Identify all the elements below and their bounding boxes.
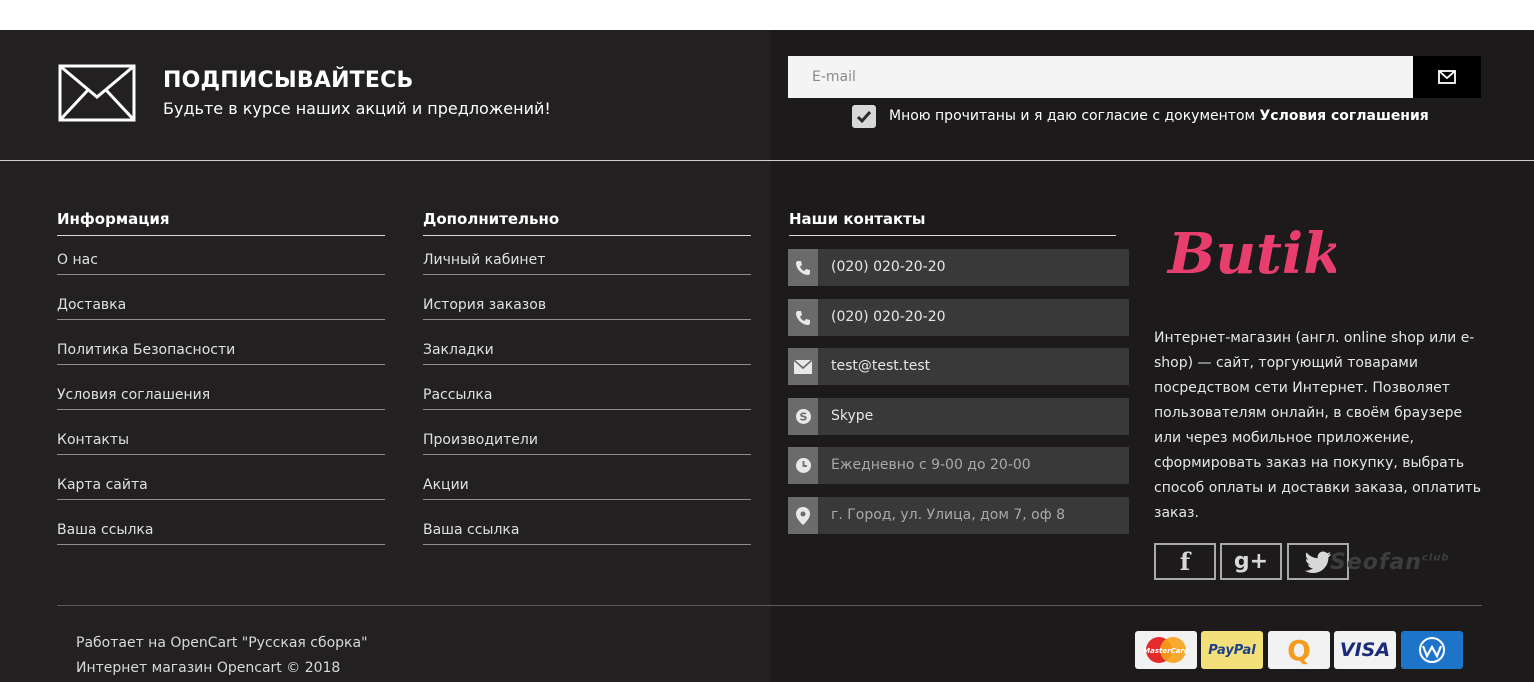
paypal-badge: PayPal: [1201, 631, 1263, 669]
webmoney-icon: [1419, 637, 1445, 663]
logo-text: Butik: [1166, 221, 1336, 285]
agree-label: Мною прочитаны и я даю согласие с докуме…: [889, 108, 1429, 124]
contact-skype-row[interactable]: S Skype: [788, 398, 1129, 435]
copyright: Интернет магазин Opencart © 2018: [76, 660, 341, 676]
email-input[interactable]: [788, 56, 1413, 98]
mastercard-badge: MasterCard: [1135, 631, 1197, 669]
link-divider: [423, 364, 751, 365]
contacts-title-underline: [789, 235, 1116, 236]
qiwi-icon: Q: [1287, 633, 1311, 667]
mail-icon: [794, 359, 812, 374]
powered-by: Работает на OpenCart "Русская сборка": [76, 635, 368, 651]
link-divider: [57, 454, 385, 455]
link-divider: [57, 274, 385, 275]
link-divider: [57, 409, 385, 410]
link-divider: [423, 544, 751, 545]
info-link[interactable]: Ваша ссылка: [57, 522, 153, 538]
link-divider: [423, 499, 751, 500]
subscribe-divider: [0, 160, 1534, 161]
clock-icon: [795, 458, 811, 473]
shop-description: Интернет-магазин (англ. online shop или …: [1154, 330, 1482, 521]
google-plus-icon: g+: [1233, 549, 1269, 574]
subscribe-subtitle: Будьте в курсе наших акций и предложений…: [163, 99, 551, 118]
info-column-title: Информация: [57, 210, 170, 228]
contact-text: Skype: [831, 408, 874, 424]
opencart-link[interactable]: OpenCart "Русская сборка": [170, 635, 367, 651]
butik-logo[interactable]: Butik: [1166, 215, 1336, 285]
contact-email-row[interactable]: test@test.test: [788, 348, 1129, 385]
link-divider: [423, 454, 751, 455]
agree-text: Мною прочитаны и я даю согласие с докуме…: [889, 108, 1260, 124]
map-pin-icon: [796, 506, 810, 525]
agree-terms-link[interactable]: Условия соглашения: [1260, 108, 1429, 124]
webmoney-badge: [1401, 631, 1463, 669]
google-plus-button[interactable]: g+: [1220, 543, 1282, 580]
facebook-button[interactable]: f: [1154, 543, 1216, 580]
extra-title-underline: [423, 235, 751, 236]
info-link[interactable]: Доставка: [57, 297, 126, 313]
info-link[interactable]: О нас: [57, 252, 98, 268]
contact-text: (020) 020-20-20: [831, 259, 946, 275]
seofan-watermark: Seofanclub: [1330, 550, 1450, 575]
extra-link[interactable]: История заказов: [423, 297, 546, 313]
extra-link[interactable]: Производители: [423, 432, 538, 448]
svg-text:S: S: [799, 411, 807, 424]
link-divider: [423, 319, 751, 320]
contact-text: (020) 020-20-20: [831, 309, 946, 325]
site-footer: ПОДПИСЫВАЙТЕСЬ Будьте в курсе наших акци…: [0, 30, 1534, 682]
contacts-title: Наши контакты: [789, 210, 926, 228]
mastercard-icon: MasterCard: [1143, 637, 1190, 663]
bottom-divider: [57, 605, 1482, 606]
page-top-strip: [0, 0, 1534, 30]
visa-badge: VISA: [1334, 631, 1396, 669]
subscribe-button[interactable]: [1413, 56, 1481, 98]
link-divider: [57, 499, 385, 500]
info-link[interactable]: Условия соглашения: [57, 387, 210, 403]
link-divider: [57, 544, 385, 545]
contact-text: Ежедневно с 9-00 до 20-00: [831, 457, 1031, 473]
extra-link[interactable]: Рассылка: [423, 387, 492, 403]
mail-icon: [1438, 70, 1456, 84]
extra-link[interactable]: Личный кабинет: [423, 252, 545, 268]
qiwi-badge: Q: [1268, 631, 1330, 669]
contact-text: г. Город, ул. Улица, дом 7, оф 8: [831, 507, 1066, 523]
contact-phone-row[interactable]: (020) 020-20-20: [788, 249, 1129, 286]
info-link[interactable]: Карта сайта: [57, 477, 148, 493]
subscribe-title: ПОДПИСЫВАЙТЕСЬ: [163, 68, 414, 93]
skype-icon: S: [795, 409, 811, 424]
facebook-icon: f: [1179, 547, 1191, 576]
mastercard-label: MasterCard: [1143, 647, 1190, 655]
link-divider: [423, 409, 751, 410]
extra-link[interactable]: Ваша ссылка: [423, 522, 519, 538]
info-title-underline: [57, 235, 385, 236]
paypal-icon: PayPal: [1208, 642, 1256, 658]
extra-column-title: Дополнительно: [423, 210, 560, 228]
checkmark-icon: [856, 110, 872, 123]
visa-icon: VISA: [1339, 639, 1391, 661]
link-divider: [423, 274, 751, 275]
contact-hours-row: Ежедневно с 9-00 до 20-00: [788, 447, 1129, 484]
phone-icon: [796, 310, 810, 325]
contact-phone-row[interactable]: (020) 020-20-20: [788, 299, 1129, 336]
contact-address-row: г. Город, ул. Улица, дом 7, оф 8: [788, 497, 1129, 534]
link-divider: [57, 319, 385, 320]
watermark-suffix: club: [1421, 552, 1450, 564]
twitter-icon: [1305, 551, 1331, 573]
info-link[interactable]: Контакты: [57, 432, 129, 448]
watermark-text: Seofan: [1330, 550, 1422, 575]
contact-text: test@test.test: [831, 358, 931, 374]
envelope-icon: [58, 64, 136, 122]
phone-icon: [796, 260, 810, 275]
extra-link[interactable]: Акции: [423, 477, 469, 493]
extra-link[interactable]: Закладки: [423, 342, 494, 358]
powered-prefix: Работает на: [76, 635, 171, 651]
info-link[interactable]: Политика Безопасности: [57, 342, 235, 358]
agree-checkbox[interactable]: [852, 105, 876, 128]
link-divider: [57, 364, 385, 365]
